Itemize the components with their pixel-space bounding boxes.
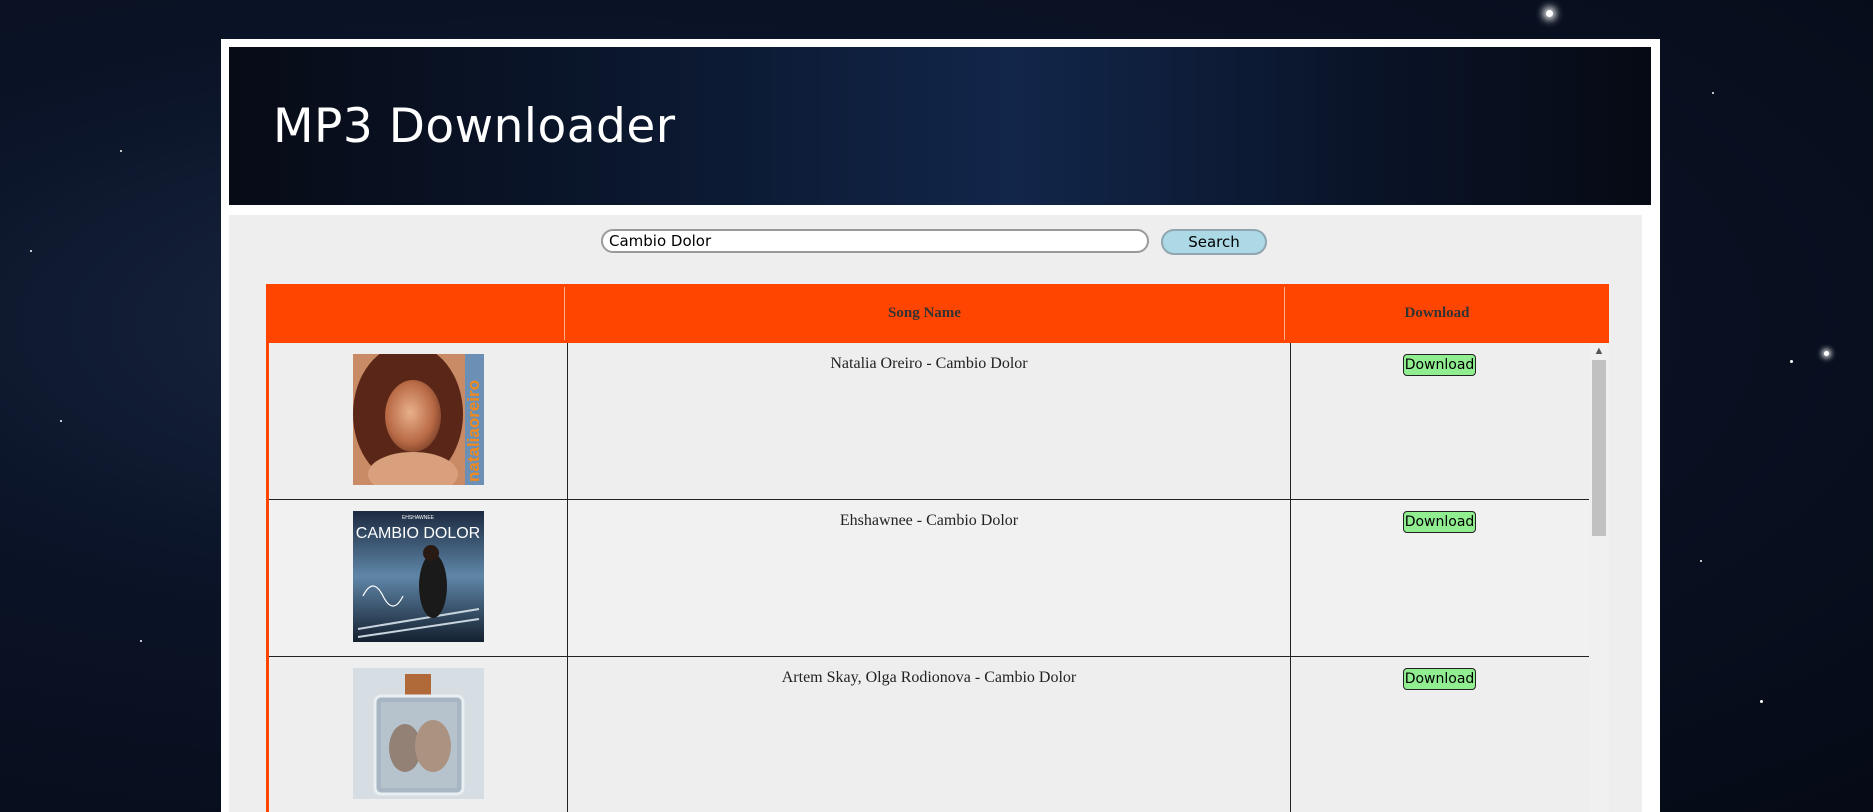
star-decoration [1760,700,1763,703]
star-decoration [120,150,122,152]
chevron-up-icon[interactable]: ▲ [1589,343,1609,360]
star-decoration [1824,351,1829,356]
song-name: Ehshawnee - Cambio Dolor [839,512,1019,529]
album-cover-image: nataliaoreiro [353,354,484,485]
cover-cell: EHSHAWNEE CAMBIO DOLOR [269,500,567,656]
results-table: Song Name Download nataliaoreiro Natalia… [266,284,1609,812]
table-row: nataliaoreiro Natalia Oreiro - Cambio Do… [269,343,1589,500]
download-button[interactable]: Download [1403,668,1476,690]
song-name-cell: Ehshawnee - Cambio Dolor [567,500,1290,656]
scrollbar-thumb[interactable] [1592,360,1606,536]
song-name: Artem Skay, Olga Rodionova - Cambio Dolo… [781,669,1077,686]
download-button[interactable]: Download [1403,354,1476,376]
album-cover-image: EHSHAWNEE CAMBIO DOLOR [353,511,484,642]
table-row: Artem Skay, Olga Rodionova - Cambio Dolo… [269,657,1589,812]
download-cell: Download [1290,500,1589,656]
song-name-cell: Artem Skay, Olga Rodionova - Cambio Dolo… [567,657,1290,812]
column-header-download: Download [1404,305,1470,321]
site-header: MP3 Downloader [229,47,1651,205]
cover-lettering: nataliaoreiro [464,380,483,482]
main-content: Cambio Dolor Search Song Name Download n… [229,215,1642,812]
download-button[interactable]: Download [1403,511,1476,533]
table-header: Song Name Download [266,284,1609,343]
search-button[interactable]: Search [1161,229,1267,255]
column-header-song-name: Song Name [888,305,961,321]
download-cell: Download [1290,343,1589,499]
star-decoration [1700,560,1702,562]
album-cover-image [353,668,484,799]
table-scrollbar[interactable]: ▲ [1589,343,1609,812]
site-title: MP3 Downloader [273,99,676,154]
star-decoration [140,640,142,642]
star-decoration [1546,10,1553,17]
song-name-cell: Natalia Oreiro - Cambio Dolor [567,343,1290,499]
cover-lettering: EHSHAWNEE [402,515,435,521]
star-decoration [1712,92,1714,94]
cover-cell: nataliaoreiro [269,343,567,499]
star-decoration [1790,360,1793,363]
cover-lettering: CAMBIO DOLOR [356,525,480,542]
table-body[interactable]: nataliaoreiro Natalia Oreiro - Cambio Do… [269,343,1589,812]
page-frame: MP3 Downloader Cambio Dolor Search Song … [221,39,1660,812]
column-header-image [266,284,564,343]
search-input[interactable]: Cambio Dolor [601,229,1149,253]
cover-cell [269,657,567,812]
table-row: EHSHAWNEE CAMBIO DOLOR Ehshawnee - Cambi… [269,500,1589,657]
download-cell: Download [1290,657,1589,812]
song-name: Natalia Oreiro - Cambio Dolor [830,355,1028,372]
star-decoration [30,250,32,252]
star-decoration [60,420,62,422]
